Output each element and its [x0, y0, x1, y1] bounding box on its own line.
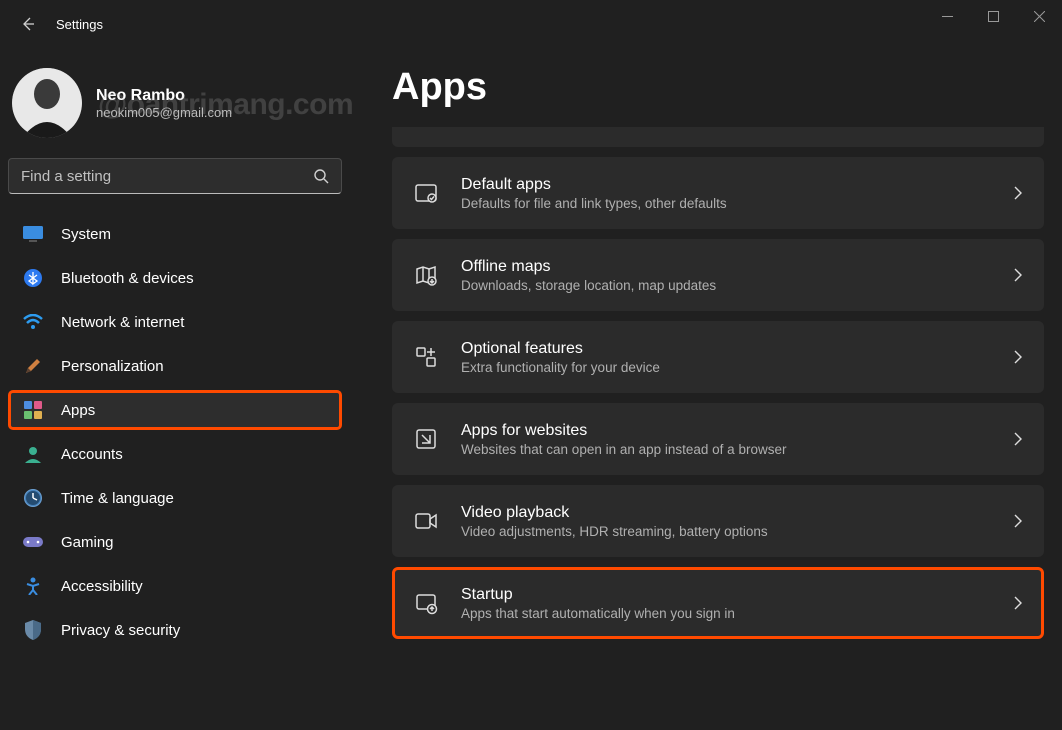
sidebar: Neo Rambo neokim005@gmail.com @oantriman…	[0, 48, 350, 730]
window-title: Settings	[56, 17, 103, 32]
default-apps-icon	[413, 180, 439, 206]
main-panel: Apps Default apps Defaults for file and …	[350, 48, 1062, 730]
sidebar-item-personalization[interactable]: Personalization	[8, 346, 342, 386]
sidebar-item-network[interactable]: Network & internet	[8, 302, 342, 342]
page-title: Apps	[392, 66, 1044, 109]
sidebar-item-label: Network & internet	[61, 314, 184, 331]
sidebar-item-privacy[interactable]: Privacy & security	[8, 610, 342, 650]
brush-icon	[23, 356, 43, 376]
card-title: Apps for websites	[461, 422, 991, 440]
gamepad-icon	[23, 532, 43, 552]
shield-icon	[23, 620, 43, 640]
profile-block[interactable]: Neo Rambo neokim005@gmail.com @oantriman…	[8, 60, 342, 158]
features-icon	[413, 344, 439, 370]
chevron-right-icon	[1013, 513, 1023, 529]
card-offline-maps[interactable]: Offline maps Downloads, storage location…	[392, 239, 1044, 311]
card-subtitle: Extra functionality for your device	[461, 360, 991, 375]
maximize-button[interactable]	[970, 0, 1016, 32]
chevron-right-icon	[1013, 431, 1023, 447]
sidebar-item-accessibility[interactable]: Accessibility	[8, 566, 342, 606]
chevron-right-icon	[1013, 595, 1023, 611]
sidebar-item-label: Privacy & security	[61, 622, 180, 639]
card-default-apps[interactable]: Default apps Defaults for file and link …	[392, 157, 1044, 229]
sidebar-item-apps[interactable]: Apps	[8, 390, 342, 430]
sidebar-item-label: Time & language	[61, 490, 174, 507]
back-arrow-icon	[20, 16, 36, 32]
apps-icon	[23, 400, 43, 420]
app-website-icon	[413, 426, 439, 452]
search-icon	[313, 168, 329, 184]
sidebar-item-label: Bluetooth & devices	[61, 270, 194, 287]
startup-icon	[413, 590, 439, 616]
chevron-right-icon	[1013, 349, 1023, 365]
minimize-button[interactable]	[924, 0, 970, 32]
card-video-playback[interactable]: Video playback Video adjustments, HDR st…	[392, 485, 1044, 557]
card-title: Video playback	[461, 504, 991, 522]
card-title: Optional features	[461, 340, 991, 358]
card-subtitle: Video adjustments, HDR streaming, batter…	[461, 524, 991, 539]
card-subtitle: Defaults for file and link types, other …	[461, 196, 991, 211]
wifi-icon	[23, 312, 43, 332]
sidebar-item-label: Personalization	[61, 358, 164, 375]
profile-email: neokim005@gmail.com	[96, 105, 232, 120]
partial-card-strip[interactable]	[392, 127, 1044, 147]
chevron-right-icon	[1013, 267, 1023, 283]
bluetooth-icon	[23, 268, 43, 288]
sidebar-item-label: System	[61, 226, 111, 243]
card-title: Default apps	[461, 176, 991, 194]
nav-list: System Bluetooth & devices Network & int…	[8, 214, 342, 650]
card-subtitle: Downloads, storage location, map updates	[461, 278, 991, 293]
profile-name: Neo Rambo	[96, 87, 232, 105]
map-icon	[413, 262, 439, 288]
card-subtitle: Websites that can open in an app instead…	[461, 442, 991, 457]
sidebar-item-bluetooth[interactable]: Bluetooth & devices	[8, 258, 342, 298]
card-title: Offline maps	[461, 258, 991, 276]
close-button[interactable]	[1016, 0, 1062, 32]
sidebar-item-gaming[interactable]: Gaming	[8, 522, 342, 562]
card-optional-features[interactable]: Optional features Extra functionality fo…	[392, 321, 1044, 393]
titlebar: Settings	[0, 0, 1062, 48]
chevron-right-icon	[1013, 185, 1023, 201]
sidebar-item-time-language[interactable]: Time & language	[8, 478, 342, 518]
card-subtitle: Apps that start automatically when you s…	[461, 606, 991, 621]
sidebar-item-label: Accounts	[61, 446, 123, 463]
person-icon	[23, 444, 43, 464]
sidebar-item-system[interactable]: System	[8, 214, 342, 254]
sidebar-item-label: Apps	[61, 402, 95, 419]
accessibility-icon	[23, 576, 43, 596]
avatar	[12, 68, 82, 138]
card-title: Startup	[461, 586, 991, 604]
display-icon	[23, 224, 43, 244]
search-input[interactable]	[21, 168, 313, 185]
video-icon	[413, 508, 439, 534]
sidebar-item-label: Gaming	[61, 534, 114, 551]
maximize-icon	[988, 11, 999, 22]
sidebar-item-accounts[interactable]: Accounts	[8, 434, 342, 474]
window-controls	[924, 0, 1062, 32]
close-icon	[1034, 11, 1045, 22]
profile-text: Neo Rambo neokim005@gmail.com	[96, 87, 232, 120]
minimize-icon	[942, 11, 953, 22]
card-startup[interactable]: Startup Apps that start automatically wh…	[392, 567, 1044, 639]
card-apps-for-websites[interactable]: Apps for websites Websites that can open…	[392, 403, 1044, 475]
sidebar-item-label: Accessibility	[61, 578, 143, 595]
search-box[interactable]	[8, 158, 342, 194]
clock-globe-icon	[23, 488, 43, 508]
back-button[interactable]	[8, 4, 48, 44]
